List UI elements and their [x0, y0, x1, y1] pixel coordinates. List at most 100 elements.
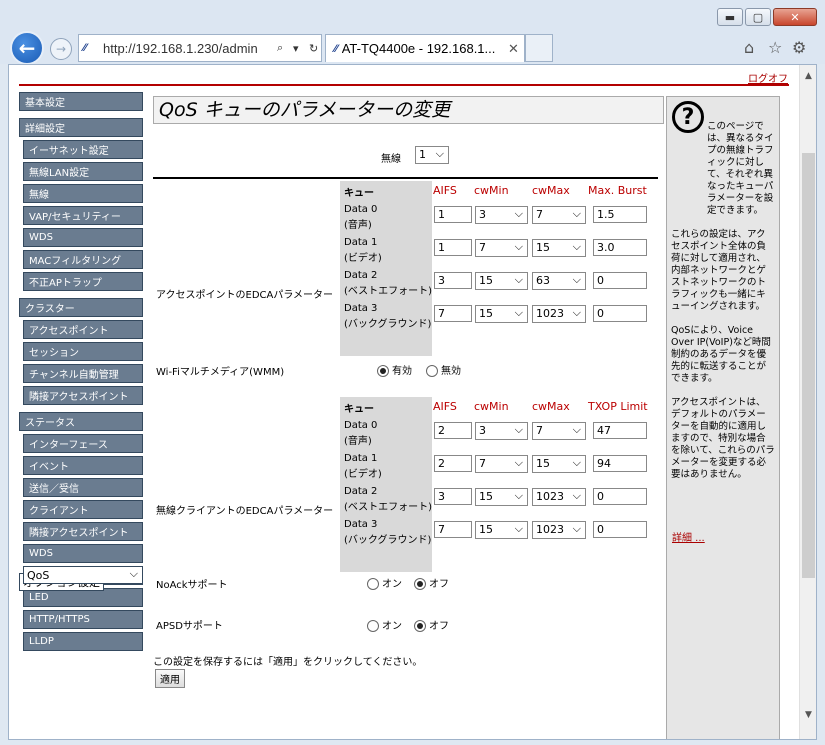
queue-desc: (ベストエフォート) — [344, 502, 433, 513]
sidebar-item[interactable]: クラスター — [19, 298, 143, 317]
sidebar-item[interactable]: WDS — [23, 228, 143, 247]
settings-gear-icon[interactable]: ⚙ — [792, 38, 806, 57]
sidebar-item[interactable]: 送信／受信 — [23, 478, 143, 497]
queue-desc: (ベストエフォート) — [344, 286, 433, 297]
refresh-icon[interactable]: ↻ — [309, 42, 321, 55]
edca-header: cwMin — [474, 400, 509, 413]
scroll-down-icon[interactable]: ▼ — [800, 706, 816, 723]
tab-close-icon[interactable]: ✕ — [508, 41, 524, 57]
sidebar-item[interactable]: セッション — [23, 342, 143, 361]
close-window-button[interactable]: ✕ — [773, 8, 817, 26]
cwmin-select[interactable]: 15 — [475, 272, 528, 290]
queue-name: Data 1 — [344, 453, 378, 464]
noack-off-radio[interactable]: オフ — [414, 575, 449, 590]
cwmin-select[interactable]: 7 — [475, 239, 528, 257]
help-more-link[interactable]: 詳細 ... — [672, 529, 705, 544]
sidebar-item[interactable]: 基本設定 — [19, 92, 143, 111]
help-paragraph-3: QoSにより、Voice Over IP(VoIP)など時間制約のあるデータを優… — [671, 325, 771, 384]
cwmin-select[interactable]: 15 — [475, 305, 528, 323]
max-burst-input[interactable]: 0 — [593, 305, 647, 322]
txop-limit-input[interactable]: 0 — [593, 488, 647, 505]
apsd-on-radio[interactable]: オン — [367, 617, 402, 632]
cwmin-select[interactable]: 7 — [475, 455, 528, 473]
sidebar-item[interactable]: ステータス — [19, 412, 143, 431]
sidebar-item[interactable]: インターフェース — [23, 434, 143, 453]
sidebar-item[interactable]: アクセスポイント — [23, 320, 143, 339]
edca-header: TXOP Limit — [588, 400, 648, 413]
sidebar-item[interactable]: イベント — [23, 456, 143, 475]
sidebar-item[interactable]: クライアント — [23, 500, 143, 519]
sidebar-item[interactable]: チャンネル自動管理 — [23, 364, 143, 383]
txop-limit-input[interactable]: 0 — [593, 521, 647, 538]
scroll-up-icon[interactable]: ▲ — [800, 67, 816, 84]
aifs-input[interactable]: 3 — [434, 488, 472, 505]
page-viewport: ログオフ 基本設定詳細設定イーサネット設定 無線LAN設定 無線 VAP/セキュリティ… — [8, 64, 817, 740]
tab-favicon-icon: ⁄⁄ — [334, 42, 338, 55]
favorites-star-icon[interactable]: ☆ — [768, 38, 782, 57]
cwmax-select[interactable]: 1023 — [532, 521, 586, 539]
noack-on-radio[interactable]: オン — [367, 575, 402, 590]
new-tab-button[interactable] — [525, 34, 553, 62]
queue-desc: (バックグラウンド) — [344, 319, 432, 330]
sidebar-item[interactable]: 隣接アクセスポイント — [23, 386, 143, 405]
cwmin-select[interactable]: 15 — [475, 521, 528, 539]
sidebar-item[interactable]: MACフィルタリング — [23, 250, 143, 269]
home-icon[interactable]: ⌂ — [744, 38, 754, 57]
sidebar-item[interactable]: 不正APトラップ — [23, 272, 143, 291]
address-url[interactable]: http://192.168.1.230/admin — [103, 41, 273, 56]
sidebar-item[interactable]: LLDP — [23, 632, 143, 651]
forward-button[interactable]: → — [50, 38, 72, 60]
main-content: QoS キューのパラメーターの変更 無線 1 アクセスポイントのEDCAパラメー… — [153, 96, 664, 688]
sidebar-item[interactable]: VAP/セキュリティー — [23, 206, 143, 225]
txop-limit-input[interactable]: 94 — [593, 455, 647, 472]
back-button[interactable]: ← — [10, 31, 44, 65]
apply-button[interactable]: 適用 — [155, 669, 185, 688]
wmm-disable-radio[interactable]: 無効 — [426, 362, 461, 377]
aifs-input[interactable]: 7 — [434, 521, 472, 538]
cwmin-select[interactable]: 3 — [475, 206, 528, 224]
wmm-enable-radio[interactable]: 有効 — [377, 362, 412, 377]
header-divider — [19, 84, 789, 86]
cwmin-select[interactable]: 3 — [475, 422, 528, 440]
section-divider — [153, 177, 658, 179]
sidebar-item[interactable]: 無線LAN設定 — [23, 162, 143, 181]
max-burst-input[interactable]: 3.0 — [593, 239, 647, 256]
radio-select[interactable]: 1 — [415, 146, 449, 164]
aifs-input[interactable]: 2 — [434, 422, 472, 439]
apsd-off-radio[interactable]: オフ — [414, 617, 449, 632]
sidebar-item[interactable]: WDS — [23, 544, 143, 563]
aifs-input[interactable]: 1 — [434, 239, 472, 256]
cwmax-select[interactable]: 15 — [532, 455, 586, 473]
txop-limit-input[interactable]: 47 — [593, 422, 647, 439]
search-icon[interactable]: ⌕ — [277, 42, 289, 55]
cwmin-select[interactable]: 15 — [475, 488, 528, 506]
aifs-input[interactable]: 7 — [434, 305, 472, 322]
minimize-button[interactable]: ▬ — [717, 8, 743, 26]
cwmax-select[interactable]: 1023 — [532, 488, 586, 506]
sidebar-item[interactable]: 無線 — [23, 184, 143, 203]
sidebar-item[interactable]: イーサネット設定 — [23, 140, 143, 159]
max-burst-input[interactable]: 1.5 — [593, 206, 647, 223]
browser-tab[interactable]: ⁄⁄ AT-TQ4400e - 192.168.1... ✕ — [325, 34, 525, 62]
cwmax-select[interactable]: 15 — [532, 239, 586, 257]
cwmax-select[interactable]: 1023 — [532, 305, 586, 323]
address-bar[interactable]: ⁄⁄ http://192.168.1.230/admin ⌕ ▾ ↻ — [78, 34, 322, 62]
max-burst-input[interactable]: 0 — [593, 272, 647, 289]
cwmax-select[interactable]: 7 — [532, 206, 586, 224]
scrollbar-thumb[interactable] — [802, 153, 815, 578]
sidebar-item[interactable]: 詳細設定 — [19, 118, 143, 137]
aifs-input[interactable]: 1 — [434, 206, 472, 223]
maximize-button[interactable]: ▢ — [745, 8, 771, 26]
cwmax-select[interactable]: 7 — [532, 422, 586, 440]
sidebar-item[interactable]: 隣接アクセスポイント — [23, 522, 143, 541]
sidebar-item[interactable]: HTTP/HTTPS — [23, 610, 143, 629]
cwmax-select[interactable]: 63 — [532, 272, 586, 290]
aifs-input[interactable]: 3 — [434, 272, 472, 289]
aifs-input[interactable]: 2 — [434, 455, 472, 472]
sidebar-item[interactable]: QoS — [23, 566, 143, 584]
vertical-scrollbar[interactable]: ▲ ▼ — [799, 65, 816, 739]
client-edca-label: 無線クライアントのEDCAパラメーター — [156, 506, 334, 517]
noack-label: NoAckサポート — [156, 580, 228, 591]
logout-link[interactable]: ログオフ — [748, 70, 788, 85]
dropdown-icon[interactable]: ▾ — [293, 42, 305, 55]
